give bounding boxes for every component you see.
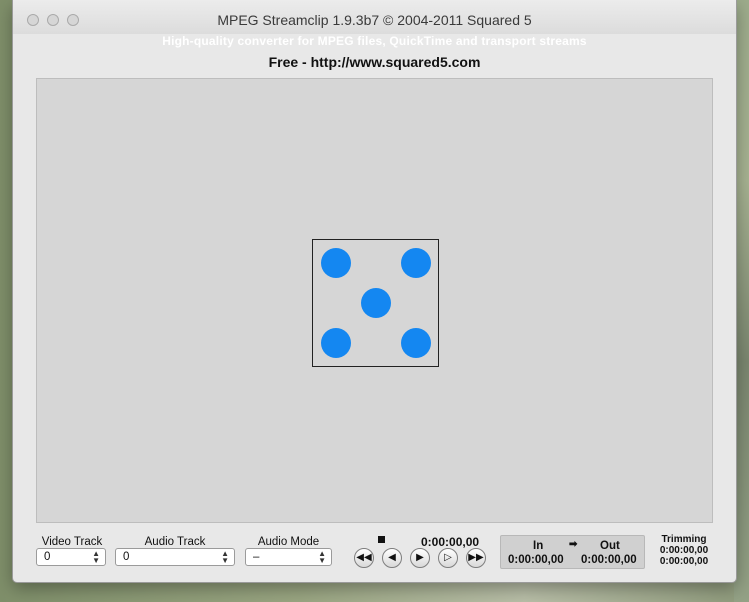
play-icon: ▶	[416, 552, 424, 563]
out-label: Out	[600, 540, 620, 552]
step-forward-icon: ▷	[444, 552, 452, 563]
stop-icon[interactable]	[378, 536, 385, 543]
trimming-label: Trimming	[661, 534, 707, 545]
in-out-panel: In ➡ Out 0:00:00,00 0:00:00,00	[500, 535, 645, 569]
video-track-label: Video Track	[41, 536, 103, 548]
in-timecode[interactable]: 0:00:00,00	[508, 554, 564, 566]
trimming-value: 0:00:00,00	[659, 556, 709, 567]
stepper-arrows-icon: ▲ ▼	[318, 549, 326, 565]
free-url-line: Free - http://www.squared5.com	[268, 54, 481, 70]
stepper-arrows-icon: ▲ ▼	[92, 549, 100, 565]
logo-dot	[401, 328, 431, 358]
rewind-icon: ◀◀	[356, 552, 372, 563]
desktop-background	[734, 0, 749, 602]
rewind-button[interactable]: ◀◀	[354, 548, 374, 568]
logo-dot	[401, 248, 431, 278]
video-track-value: 0	[44, 551, 51, 563]
stepper-arrows-icon: ▲ ▼	[221, 549, 229, 565]
logo-dot	[361, 288, 391, 318]
fast-forward-button[interactable]: ▶▶	[466, 548, 486, 568]
fast-forward-icon: ▶▶	[468, 552, 484, 563]
in-label: In	[533, 540, 544, 552]
step-back-button[interactable]: ◀	[382, 548, 402, 568]
current-timecode: 0:00:00,00	[421, 535, 480, 549]
title-bar[interactable]: MPEG Streamclip 1.9.3b7 © 2004-2011 Squa…	[13, 0, 736, 34]
app-subtitle: High-quality converter for MPEG files, Q…	[162, 34, 587, 48]
step-back-icon: ◀	[388, 552, 396, 563]
out-timecode[interactable]: 0:00:00,00	[581, 554, 637, 566]
window-title: MPEG Streamclip 1.9.3b7 © 2004-2011 Squa…	[217, 12, 532, 28]
audio-mode-label: Audio Mode	[257, 536, 320, 548]
video-track-select[interactable]: 0 ▲ ▼	[36, 548, 106, 566]
audio-track-select[interactable]: 0 ▲ ▼	[115, 548, 235, 566]
trimming-value: 0:00:00,00	[659, 545, 709, 556]
step-forward-button[interactable]: ▷	[438, 548, 458, 568]
squared5-dice-logo	[312, 239, 439, 367]
audio-mode-value: –	[253, 551, 260, 563]
audio-track-label: Audio Track	[144, 536, 206, 548]
play-button[interactable]: ▶	[410, 548, 430, 568]
logo-dot	[321, 328, 351, 358]
audio-track-value: 0	[123, 551, 130, 563]
arrow-right-icon: ➡	[569, 539, 578, 550]
video-preview-area	[36, 78, 713, 523]
app-window: MPEG Streamclip 1.9.3b7 © 2004-2011 Squa…	[13, 0, 736, 582]
audio-mode-select[interactable]: – ▲ ▼	[245, 548, 332, 566]
logo-dot	[321, 248, 351, 278]
